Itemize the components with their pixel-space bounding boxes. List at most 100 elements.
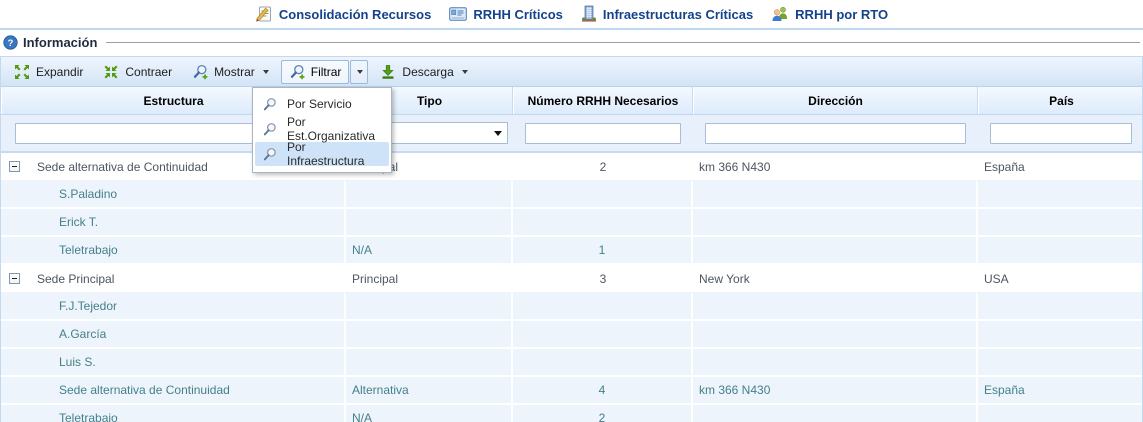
direccion-filter-input[interactable]: [705, 123, 966, 144]
table-row[interactable]: F.J.Tejedor: [1, 293, 1142, 321]
cell-direccion: [693, 321, 978, 347]
table-row[interactable]: Teletrabajo N/A 2: [1, 405, 1142, 422]
id-card-icon: [449, 7, 467, 21]
collapse-all-button[interactable]: Contraer: [95, 60, 180, 84]
cell-tipo: [346, 181, 513, 207]
collapse-toggle-icon[interactable]: [9, 161, 20, 172]
magnifier-plus-icon: [192, 64, 208, 80]
filter-menu-item[interactable]: Por Servicio: [255, 92, 389, 116]
cell-rrhh-necesarios: 2: [513, 153, 693, 180]
table-filter-row: [1, 115, 1142, 153]
estructura-value: Erick T.: [59, 215, 98, 229]
top-navigation: Consolidación Recursos RRHH Críticos Inf…: [0, 0, 1143, 30]
svg-text:?: ?: [8, 37, 14, 47]
nav-consolidacion-recursos[interactable]: Consolidación Recursos: [255, 5, 431, 23]
chevron-down-icon: [462, 70, 468, 74]
column-header-label: Número RRHH Necesarios: [528, 94, 679, 108]
button-label: Contraer: [125, 65, 172, 79]
cell-estructura: Teletrabajo: [1, 237, 346, 263]
filter-menu-item[interactable]: Por Infraestructura: [255, 142, 389, 166]
cell-tipo: [346, 209, 513, 235]
magnifier-icon: [262, 147, 277, 162]
cell-estructura: Teletrabajo: [1, 405, 346, 422]
cell-tipo: [346, 293, 513, 319]
cell-pais: España: [978, 153, 1143, 180]
column-header-label: Tipo: [417, 94, 442, 108]
download-icon: [380, 64, 396, 80]
cell-tipo: [346, 349, 513, 375]
chevron-down-icon: [357, 70, 363, 74]
filter-menu-item[interactable]: Por Est.Organizativa: [255, 117, 389, 141]
estructura-value: Luis S.: [59, 355, 96, 369]
estructura-value: Sede alternativa de Continuidad: [59, 383, 230, 397]
table-row[interactable]: A.García: [1, 321, 1142, 349]
table-row[interactable]: S.Paladino: [1, 181, 1142, 209]
filter-dropdown-button[interactable]: [350, 60, 368, 84]
cell-pais: [978, 405, 1143, 422]
filter-dropdown-menu: Por Servicio Por Est.Organizativa Por In…: [252, 87, 392, 173]
information-panel: Expandir Contraer: [0, 56, 1143, 422]
estructura-value: F.J.Tejedor: [59, 299, 117, 313]
filter-cell-pais: [978, 123, 1143, 144]
download-button[interactable]: Descarga: [372, 60, 475, 84]
table-row[interactable]: Erick T.: [1, 209, 1142, 237]
filter-split-button: Filtrar: [281, 60, 369, 84]
table-row[interactable]: Teletrabajo N/A 1: [1, 237, 1142, 265]
cell-direccion: [693, 349, 978, 375]
cell-direccion: km 366 N430: [693, 377, 978, 403]
expand-all-icon: [14, 64, 30, 80]
select-arrow-icon: [494, 131, 502, 136]
estructura-value: Teletrabajo: [59, 243, 118, 257]
filter-cell-rrhh: [513, 123, 693, 144]
filter-button[interactable]: Filtrar: [281, 60, 350, 84]
cell-estructura: S.Paladino: [1, 181, 346, 207]
estructura-value: Sede Principal: [37, 272, 114, 286]
cell-pais: [978, 293, 1143, 319]
column-header[interactable]: Número RRHH Necesarios: [513, 87, 693, 114]
table-header-row: Estructura Tipo Número RRHH Necesarios D…: [1, 87, 1142, 115]
filter-menu-item-label: Por Est.Organizativa: [287, 115, 385, 143]
help-icon[interactable]: ?: [3, 35, 18, 50]
estructura-value: A.García: [59, 327, 106, 341]
cell-direccion: [693, 209, 978, 235]
table-row[interactable]: Luis S.: [1, 349, 1142, 377]
collapse-toggle-icon[interactable]: [9, 273, 20, 284]
filter-cell-direccion: [693, 123, 978, 144]
table-row[interactable]: Sede alternativa de Continuidad Principa…: [1, 153, 1142, 181]
nav-infraestructuras-criticas[interactable]: Infraestructuras Críticas: [581, 5, 753, 23]
column-header[interactable]: Dirección: [693, 87, 978, 114]
column-header[interactable]: País: [978, 87, 1143, 114]
cell-tipo: N/A: [346, 405, 513, 422]
table-row[interactable]: Sede Principal Principal 3 New York USA: [1, 265, 1142, 293]
pais-filter-input[interactable]: [990, 123, 1132, 144]
people-icon: [771, 6, 789, 22]
table-row[interactable]: Sede alternativa de Continuidad Alternat…: [1, 377, 1142, 405]
show-button[interactable]: Mostrar: [184, 60, 277, 84]
cell-estructura: Sede alternativa de Continuidad: [1, 377, 346, 403]
cell-estructura: Sede Principal: [1, 265, 346, 292]
nav-label: Consolidación Recursos: [279, 7, 431, 22]
nav-label: RRHH por RTO: [795, 7, 888, 22]
nav-rrhh-criticos[interactable]: RRHH Críticos: [449, 7, 563, 22]
rrhh-filter-input[interactable]: [525, 123, 681, 144]
chevron-down-icon: [263, 70, 269, 74]
nav-label: RRHH Críticos: [473, 7, 563, 22]
cell-rrhh-necesarios: 4: [513, 377, 693, 403]
cell-estructura: A.García: [1, 321, 346, 347]
cell-estructura: F.J.Tejedor: [1, 293, 346, 319]
button-label: Filtrar: [311, 65, 342, 79]
button-label: Descarga: [402, 65, 453, 79]
cell-tipo: Alternativa: [346, 377, 513, 403]
cell-rrhh-necesarios: [513, 181, 693, 207]
cell-estructura: Luis S.: [1, 349, 346, 375]
cell-rrhh-necesarios: [513, 349, 693, 375]
cell-rrhh-necesarios: [513, 293, 693, 319]
notepad-pencil-icon: [255, 5, 273, 23]
nav-rrhh-por-rto[interactable]: RRHH por RTO: [771, 6, 888, 22]
expand-all-button[interactable]: Expandir: [6, 60, 91, 84]
table-body: Sede alternativa de Continuidad Principa…: [1, 153, 1142, 422]
column-header-label: Dirección: [808, 94, 863, 108]
cell-direccion: [693, 237, 978, 263]
magnifier-icon: [262, 122, 277, 137]
cell-direccion: [693, 181, 978, 207]
